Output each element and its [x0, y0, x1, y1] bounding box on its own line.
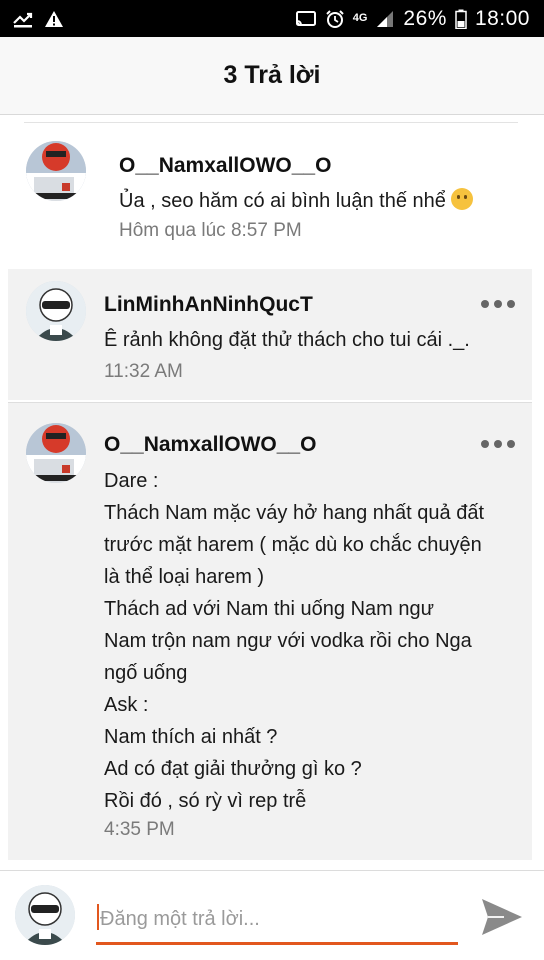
avatar[interactable] — [26, 141, 86, 201]
comment-timestamp: Hôm qua lúc 8:57 PM — [119, 220, 302, 241]
reply-line: Ad có đạt giải thưởng gì ko ? — [104, 758, 362, 780]
comment-author[interactable]: O__NamxallOWO__O — [119, 154, 331, 178]
reply-line: Thách Nam mặc váy hở hang nhất quả đất — [104, 502, 484, 524]
download-notification-icon — [13, 12, 33, 27]
signal-icon — [377, 10, 394, 27]
reply-composer — [0, 870, 544, 960]
battery-icon — [455, 9, 467, 29]
status-bar: 4G 26% 18:00 — [0, 0, 544, 37]
reply-author[interactable]: O__NamxallOWO__O — [104, 433, 316, 457]
reply-text: Ê rảnh không đặt thử thách cho tui cái .… — [104, 329, 470, 351]
reply-line: trước mặt harem ( mặc dù ko chắc chuyện — [104, 534, 482, 556]
avatar[interactable] — [26, 423, 86, 483]
reply-timestamp: 4:35 PM — [104, 819, 175, 840]
status-right: 4G 26% 18:00 — [295, 7, 530, 31]
send-icon[interactable] — [480, 897, 524, 937]
reply-timestamp: 11:32 AM — [104, 361, 183, 382]
reply-line: là thể loại harem ) — [104, 566, 265, 588]
avatar[interactable] — [26, 281, 86, 341]
more-options-icon[interactable] — [481, 437, 515, 451]
current-user-avatar[interactable] — [15, 885, 75, 945]
reply-author[interactable]: LinMinhAnNinhQucT — [104, 293, 313, 317]
reply-line: Nam trộn nam ngư với vodka rồi cho Nga — [104, 630, 472, 652]
reply-text: Dare : Thách Nam mặc váy hở hang nhất qu… — [104, 465, 524, 817]
reply-line: Ask : — [104, 694, 149, 716]
reply-line: ngố uống — [104, 662, 188, 684]
reply-input[interactable] — [96, 897, 458, 945]
page-title: 3 Trả lời — [223, 61, 321, 89]
reply-line: Thách ad với Nam thi uống Nam ngư — [104, 598, 434, 620]
comment-text-content: Ủa , seo hăm có ai bình luận thế nhể — [119, 190, 446, 212]
reply-item: LinMinhAnNinhQucT Ê rảnh không đặt thử t… — [8, 269, 532, 400]
cast-icon — [295, 10, 316, 26]
text-cursor — [97, 904, 99, 930]
reply-line: Nam thích ai nhất ? — [104, 726, 278, 748]
warning-icon — [45, 10, 63, 27]
status-left — [12, 9, 64, 29]
thread-header: 3 Trả lời — [0, 37, 544, 115]
more-options-icon[interactable] — [481, 297, 515, 311]
alarm-icon — [326, 9, 344, 28]
reply-item: O__NamxallOWO__O Dare : Thách Nam mặc vá… — [8, 402, 532, 860]
reply-thread[interactable]: O__NamxallOWO__O Ủa , seo hăm có ai bình… — [0, 115, 544, 870]
comment-text: Ủa , seo hăm có ai bình luận thế nhể — [119, 185, 519, 217]
battery-percent: 26% — [403, 6, 447, 30]
reply-line: Rồi đó , só rỳ vì rep trễ — [104, 790, 307, 812]
clock: 18:00 — [474, 6, 530, 30]
original-comment: O__NamxallOWO__O Ủa , seo hăm có ai bình… — [0, 115, 544, 265]
network-type: 4G — [352, 12, 368, 24]
thinking-face-icon — [451, 188, 474, 210]
reply-line: Dare : — [104, 470, 159, 492]
